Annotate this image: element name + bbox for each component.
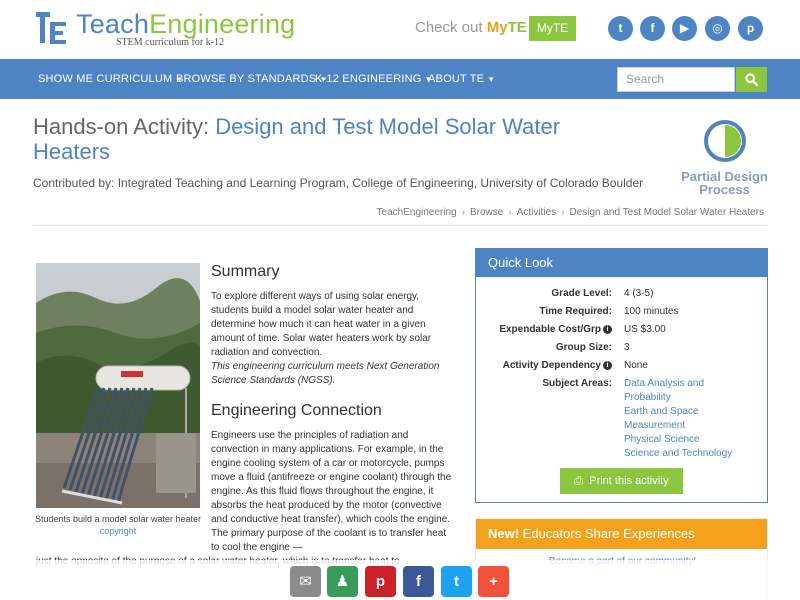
partial-design-process-label: Partial Design Process — [672, 170, 777, 196]
ngss-note: This engineering curriculum meets Next G… — [211, 361, 440, 386]
subject-link-earth-space[interactable]: Earth and Space — [624, 405, 732, 419]
breadcrumb-browse[interactable]: Browse — [470, 207, 503, 218]
engineering-connection-heading: Engineering Connection — [211, 402, 382, 419]
more-share-button[interactable]: + — [478, 566, 509, 597]
logo-word-engineering: Engineering — [149, 9, 296, 39]
search-icon — [745, 73, 759, 87]
info-icon[interactable]: i — [603, 325, 612, 334]
print-activity-button[interactable]: ⎙ Print this activity — [560, 468, 683, 494]
summary-text: To explore different ways of using solar… — [211, 291, 432, 358]
share-bar-backdrop — [0, 560, 800, 600]
activity-dependency-label: Activity Dependency i — [503, 359, 612, 373]
main-nav: SHOW ME CURRICULUM ▼ BROWSE BY STANDARDS ▼… — [0, 59, 800, 99]
chevron-right-icon: › — [508, 207, 512, 218]
facebook-icon[interactable]: f — [640, 16, 665, 41]
nav-label: ABOUT TE — [428, 73, 485, 85]
classroom-share-button[interactable]: ♟ — [327, 566, 358, 597]
nav-label: K-12 ENGINEERING — [315, 73, 422, 85]
myte-te: TE — [507, 19, 527, 36]
activity-dependency-value: None — [624, 360, 648, 371]
chevron-right-icon: › — [561, 207, 565, 218]
time-required-value: 100 minutes — [624, 306, 679, 317]
expendable-cost-value: US $3.00 — [624, 324, 666, 335]
breadcrumb-home[interactable]: TeachEngineering — [377, 207, 457, 218]
subject-link-earth-space[interactable]: Measurement — [624, 419, 732, 433]
search-input[interactable]: Search — [617, 67, 735, 92]
contributed-by: Contributed by: Integrated Teaching and … — [33, 176, 644, 190]
page-title: Hands-on Activity: Design and Test Model… — [33, 114, 633, 164]
info-icon[interactable]: i — [603, 361, 612, 370]
solar-water-heater-photo[interactable] — [36, 263, 200, 508]
check-out-myte-text: Check out MyTE — [415, 19, 527, 36]
print-label: Print this activity — [589, 475, 669, 487]
time-required-label: Time Required: — [539, 306, 612, 317]
logo-word-teach: Teach — [76, 9, 150, 39]
nav-k12-engineering[interactable]: K-12 ENGINEERING ▼ — [315, 59, 433, 99]
summary-heading: Summary — [211, 263, 280, 280]
nav-show-me-curriculum[interactable]: SHOW ME CURRICULUM ▼ — [38, 59, 184, 99]
subject-areas-label: Subject Areas: — [542, 378, 612, 389]
subject-link-science-technology[interactable]: Science and Technology — [624, 447, 732, 461]
breadcrumb-current[interactable]: Design and Test Model Solar Water Heater… — [569, 207, 764, 218]
subject-link-data-analysis[interactable]: Data Analysis and — [624, 377, 732, 391]
subject-link-physical-science[interactable]: Physical Science — [624, 433, 732, 447]
myte-button[interactable]: MyTE — [529, 16, 576, 41]
pinterest-icon[interactable]: p — [738, 16, 763, 41]
search-button[interactable] — [736, 67, 767, 92]
breadcrumb-activities[interactable]: Activities — [517, 207, 556, 218]
badge-line-2: Process — [699, 182, 750, 197]
chevron-right-icon: › — [461, 207, 465, 218]
partial-design-process-icon — [704, 120, 746, 162]
chevron-down-icon: ▼ — [487, 75, 496, 84]
new-badge: New! — [488, 526, 520, 541]
photo-caption: Students build a model solar water heate… — [34, 514, 202, 524]
group-size-label: Group Size: — [555, 342, 612, 353]
email-share-button[interactable]: ✉ — [290, 566, 321, 597]
expendable-cost-label-text: Expendable Cost/Grp — [499, 324, 601, 335]
pinterest-share-button[interactable]: p — [365, 566, 396, 597]
group-size-value: 3 — [624, 342, 630, 353]
nav-label: SHOW ME CURRICULUM — [38, 73, 173, 85]
facebook-share-button[interactable]: f — [403, 566, 434, 597]
nav-about-te[interactable]: ABOUT TE ▼ — [428, 59, 495, 99]
youtube-icon[interactable]: ▶ — [672, 16, 697, 41]
teachengineering-logo[interactable]: TeachEngineering STEM curriculum for k-1… — [36, 10, 295, 48]
photo-copyright-link[interactable]: copyright — [33, 526, 203, 536]
nav-browse-by-standards[interactable]: BROWSE BY STANDARDS ▼ — [176, 59, 327, 99]
print-icon: ⎙ — [574, 475, 584, 487]
grade-level-value: 4 (3-5) — [624, 288, 654, 299]
grade-level-label: Grade Level: — [551, 288, 612, 299]
myte-my: My — [486, 19, 508, 36]
subject-link-data-analysis[interactable]: Probability — [624, 391, 732, 405]
breadcrumb: TeachEngineering › Browse › Activities › Desig… — [377, 207, 764, 218]
logo-wordmark: TeachEngineering — [76, 10, 295, 38]
instagram-icon[interactable]: ◎ — [705, 16, 730, 41]
quick-look-heading: Quick Look — [476, 249, 767, 277]
quick-look-panel: Quick Look Grade Level: 4 (3-5) Time Req… — [475, 248, 768, 503]
divider — [33, 225, 767, 226]
site-header: TeachEngineering STEM curriculum for k-1… — [0, 0, 800, 58]
twitter-icon[interactable]: t — [608, 16, 633, 41]
twitter-share-button[interactable]: t — [441, 566, 472, 597]
subject-areas-list: Data Analysis and Probability Earth and … — [624, 377, 732, 461]
te-logo-icon — [36, 10, 70, 46]
checkout-label: Check out — [415, 19, 483, 36]
engineering-connection-text: Engineers use the principles of radiatio… — [211, 430, 452, 553]
expendable-cost-label: Expendable Cost/Grp i — [499, 323, 612, 337]
educators-share-heading: New! Educators Share Experiences — [476, 519, 767, 549]
activity-dependency-label-text: Activity Dependency — [502, 360, 601, 371]
nav-label: BROWSE BY STANDARDS — [176, 73, 317, 85]
title-prefix: Hands-on Activity: — [33, 114, 216, 139]
educators-heading-text: Educators Share Experiences — [519, 526, 695, 541]
